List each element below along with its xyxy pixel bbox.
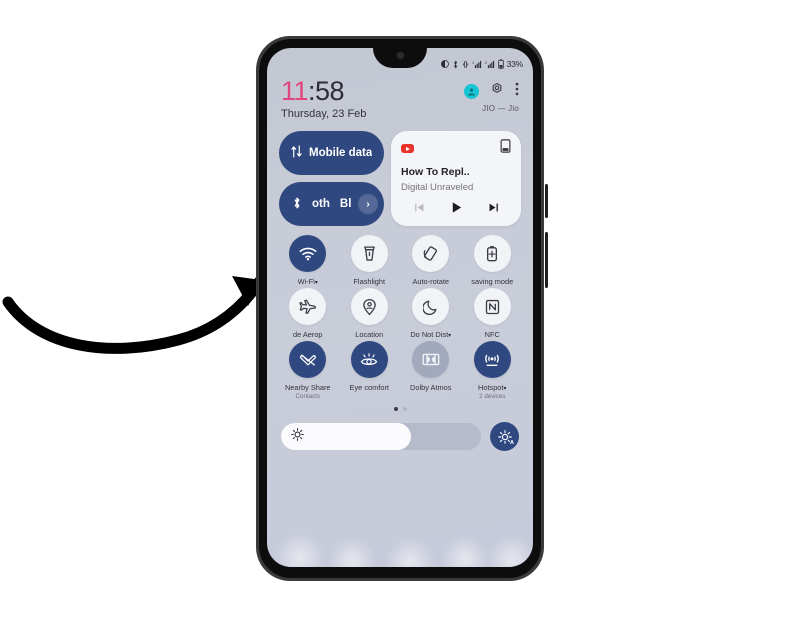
clock-minutes: :58 — [308, 76, 345, 106]
media-title: How To Repl.. — [401, 166, 470, 178]
play-icon[interactable] — [450, 201, 463, 214]
dolby-atmos-tile[interactable]: Dolby Atmos — [400, 341, 462, 400]
battery-icon — [497, 59, 504, 69]
clock-time: 11:58 — [281, 78, 366, 105]
eye-comfort-tile[interactable]: Eye comfort — [339, 341, 401, 400]
auto-brightness-badge: A — [510, 440, 514, 446]
chevron-down-icon: ▾ — [503, 386, 507, 392]
eye-comfort-label: Eye comfort — [349, 383, 389, 392]
phone-device: 1 2 33% 11:58 Thursday, 23 Feb JIO — Jio… — [256, 36, 548, 581]
auto-rotate-label: Auto-rotate — [412, 277, 450, 286]
power-saving-label: saving mode — [471, 277, 514, 286]
location-pin-icon — [350, 288, 388, 325]
wallpaper-blob — [271, 535, 329, 567]
dnd-icon — [440, 60, 449, 68]
user-avatar-icon[interactable] — [464, 84, 479, 99]
top-tiles-row: Mobile data oth Bl › How To Repl.. Digit… — [267, 120, 533, 226]
signal-sim1-icon: 1 — [472, 60, 482, 69]
mobile-data-label: Mobile data — [309, 147, 373, 159]
eye-comfort-icon — [350, 341, 388, 378]
phone-screen: 1 2 33% 11:58 Thursday, 23 Feb JIO — Jio… — [267, 48, 533, 567]
front-camera-icon — [395, 51, 405, 60]
wallpaper-blob — [439, 537, 491, 567]
data-arrows-icon — [291, 145, 302, 161]
nfc-label: NFC — [484, 330, 500, 339]
gear-icon[interactable] — [490, 82, 504, 101]
nfc-icon — [473, 288, 511, 325]
moon-icon — [412, 288, 450, 325]
nfc-tile[interactable]: NFC — [462, 288, 524, 339]
youtube-icon — [401, 144, 414, 153]
cast-device-icon[interactable] — [500, 139, 511, 158]
bluetooth-label-a: oth — [312, 198, 330, 210]
svg-text:2: 2 — [485, 60, 487, 64]
three-dots-icon[interactable] — [515, 82, 519, 101]
wallpaper-blob — [325, 539, 379, 567]
dolby-atmos-label: Dolby Atmos — [410, 383, 452, 392]
flashlight-label: Flashlight — [353, 277, 386, 286]
nearby-share-icon — [289, 341, 327, 378]
hotspot-sublabel: 2 devices — [479, 393, 506, 400]
battery-saver-icon — [473, 235, 511, 272]
bluetooth-toggle[interactable]: oth Bl › — [279, 182, 384, 226]
previous-track-icon[interactable] — [414, 202, 425, 213]
aeroplane-tile[interactable]: de Aerop — [277, 288, 339, 339]
brightness-row: A — [267, 411, 533, 451]
wallpaper-blob — [485, 537, 533, 567]
wifi-tile[interactable]: Wi-Fi▾ — [277, 235, 339, 286]
brightness-slider-fill — [281, 423, 411, 450]
nearby-share-tile[interactable]: Nearby Share Contacts — [277, 341, 339, 400]
mobile-data-toggle[interactable]: Mobile data — [279, 131, 384, 175]
wifi-label: Wi-Fi▾ — [297, 277, 318, 286]
battery-percent-label: 33% — [506, 59, 524, 69]
media-controls — [401, 201, 511, 214]
clock-block[interactable]: 11:58 Thursday, 23 Feb — [281, 78, 366, 120]
bluetooth-icon — [292, 196, 302, 213]
power-saving-tile[interactable]: saving mode — [462, 235, 524, 286]
big-toggles-column: Mobile data oth Bl › — [279, 131, 384, 226]
chevron-down-icon: ▾ — [314, 280, 318, 286]
auto-rotate-icon — [412, 235, 450, 272]
clock-date: Thursday, 23 Feb — [281, 108, 367, 120]
location-tile[interactable]: Location — [339, 288, 401, 339]
bluetooth-chevron-icon[interactable]: › — [358, 194, 378, 214]
chevron-down-icon: ▾ — [448, 333, 452, 339]
bluetooth-icon — [452, 60, 459, 69]
media-card-header — [401, 139, 511, 158]
wallpaper-blob — [382, 539, 438, 567]
media-player-card[interactable]: How To Repl.. Digital Unraveled — [391, 131, 521, 226]
nearby-share-sublabel: Contacts — [295, 393, 320, 400]
quick-settings-grid: Wi-Fi▾ Flashlight Auto-rotate saving mod… — [267, 226, 533, 400]
hotspot-label: Hotspot▾ — [478, 383, 507, 392]
auto-rotate-tile[interactable]: Auto-rotate — [400, 235, 462, 286]
svg-text:1: 1 — [472, 60, 474, 64]
brightness-sun-icon — [291, 427, 304, 446]
next-track-icon[interactable] — [488, 202, 499, 213]
clock-hours: 11 — [281, 76, 309, 106]
panel-header: 11:58 Thursday, 23 Feb JIO — Jio — [267, 74, 533, 120]
vibrate-icon — [462, 60, 469, 69]
hotspot-icon — [473, 341, 511, 378]
dolby-atmos-icon — [412, 341, 450, 378]
header-actions — [464, 78, 519, 101]
auto-brightness-button[interactable]: A — [490, 422, 519, 451]
nearby-share-label: Nearby Share — [284, 383, 331, 392]
wifi-icon — [289, 235, 327, 272]
carrier-label: JIO — Jio — [482, 104, 519, 113]
flashlight-icon — [350, 235, 388, 272]
power-button[interactable] — [545, 184, 548, 218]
volume-button[interactable] — [545, 232, 548, 288]
brightness-slider[interactable] — [281, 423, 481, 450]
aeroplane-icon — [289, 288, 327, 325]
signal-sim2-icon: 2 — [485, 60, 495, 69]
location-label: Location — [355, 330, 384, 339]
dnd-tile[interactable]: Do Not Dist▾ — [400, 288, 462, 339]
hotspot-tile[interactable]: Hotspot▾ 2 devices — [462, 341, 524, 400]
flashlight-tile[interactable]: Flashlight — [339, 235, 401, 286]
phone-bezel: 1 2 33% 11:58 Thursday, 23 Feb JIO — Jio… — [259, 39, 541, 578]
bluetooth-label-b: Bl — [339, 198, 352, 210]
dnd-label: Do Not Dist▾ — [410, 330, 452, 339]
media-subtitle: Digital Unraveled — [401, 181, 474, 193]
aeroplane-label: de Aerop — [292, 330, 323, 339]
